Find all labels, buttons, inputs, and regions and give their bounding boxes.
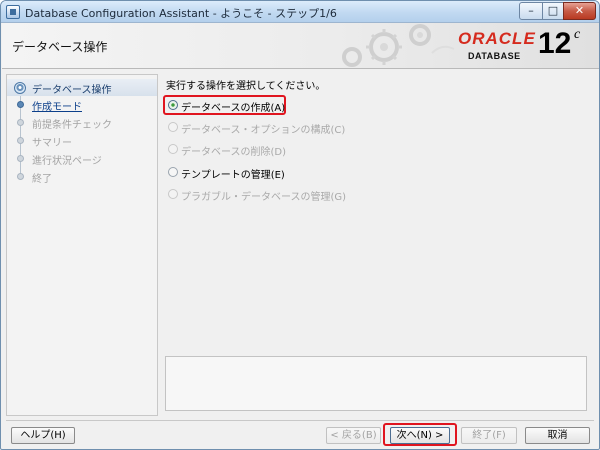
manage-templates-radio[interactable]: テンプレートの管理(E) — [166, 165, 286, 181]
nav-step-summary: サマリー — [7, 132, 157, 149]
manage-pluggable-databases-radio[interactable]: プラガブル・データベースの管理(G) — [166, 187, 347, 203]
footer-divider — [6, 420, 594, 421]
nav-step-label: サマリー — [32, 138, 72, 149]
step-dot-icon — [17, 101, 24, 108]
current-step-icon — [14, 82, 26, 94]
configure-database-options-radio[interactable]: データベース・オプションの構成(C) — [166, 120, 346, 136]
option-label: テンプレートの管理(E) — [181, 170, 285, 181]
nav-step-label: データベース操作 — [32, 85, 112, 96]
step-dot-icon — [17, 173, 24, 180]
maximize-button[interactable]: □ — [542, 2, 564, 20]
nav-step-database-operation[interactable]: データベース操作 — [7, 79, 157, 96]
close-button[interactable]: ✕ — [563, 2, 596, 20]
nav-step-creation-mode[interactable]: 作成モード — [7, 96, 157, 113]
window-title: Database Configuration Assistant - ようこそ … — [25, 7, 337, 20]
page-header: データベース操作 ORACLE DATABASE 12 c — [2, 23, 599, 69]
step-dot-icon — [17, 155, 24, 162]
radio-icon — [168, 122, 178, 132]
option-label: プラガブル・データベースの管理(G) — [181, 192, 347, 203]
radio-selected-icon — [168, 100, 178, 110]
instruction-text: 実行する操作を選択してください。 — [166, 81, 326, 92]
nav-step-label: 終了 — [32, 174, 52, 185]
nav-step-finish: 終了 — [7, 168, 157, 185]
help-button[interactable]: ヘルプ(H) — [11, 427, 75, 444]
nav-step-label: 作成モード — [32, 102, 82, 113]
nav-step-label: 進行状況ページ — [32, 156, 102, 167]
option-label: データベースの作成(A) — [181, 103, 286, 114]
page-title: データベース操作 — [12, 40, 108, 54]
gears-decoration-icon — [342, 24, 455, 67]
version-suffix: c — [574, 27, 581, 42]
finish-button[interactable]: 終了(F) — [461, 427, 517, 444]
nav-step-label: 前提条件チェック — [32, 120, 112, 131]
nav-step-prerequisite-checks: 前提条件チェック — [7, 114, 157, 131]
dbca-window: Database Configuration Assistant - ようこそ … — [0, 0, 600, 450]
nav-step-progress: 進行状況ページ — [7, 150, 157, 167]
step-dot-icon — [17, 119, 24, 126]
next-button[interactable]: 次へ(N) > — [390, 427, 450, 444]
description-area — [165, 356, 587, 411]
option-label: データベース・オプションの構成(C) — [181, 125, 346, 136]
step-dot-icon — [17, 137, 24, 144]
radio-icon — [168, 167, 178, 177]
delete-database-radio[interactable]: データベースの削除(D) — [166, 142, 287, 158]
option-label: データベースの削除(D) — [181, 147, 287, 158]
step-navigation: データベース操作 作成モード 前提条件チェック サマリー 進行状況ページ 終了 — [6, 74, 158, 416]
create-database-radio[interactable]: データベースの作成(A) — [166, 98, 286, 114]
oracle-logo: ORACLE — [458, 29, 536, 48]
content-panel: 実行する操作を選択してください。 データベースの作成(A) データベース・オプシ… — [160, 74, 592, 416]
app-window-icon — [6, 5, 20, 19]
minimize-button[interactable]: – — [519, 2, 543, 20]
title-bar[interactable]: Database Configuration Assistant - ようこそ … — [1, 1, 599, 23]
cancel-button[interactable]: 取消 — [525, 427, 590, 444]
version-number: 12 — [538, 27, 572, 60]
radio-icon — [168, 189, 178, 199]
database-logo-text: DATABASE — [468, 51, 521, 61]
radio-icon — [168, 144, 178, 154]
back-button[interactable]: < 戻る(B) — [326, 427, 381, 444]
